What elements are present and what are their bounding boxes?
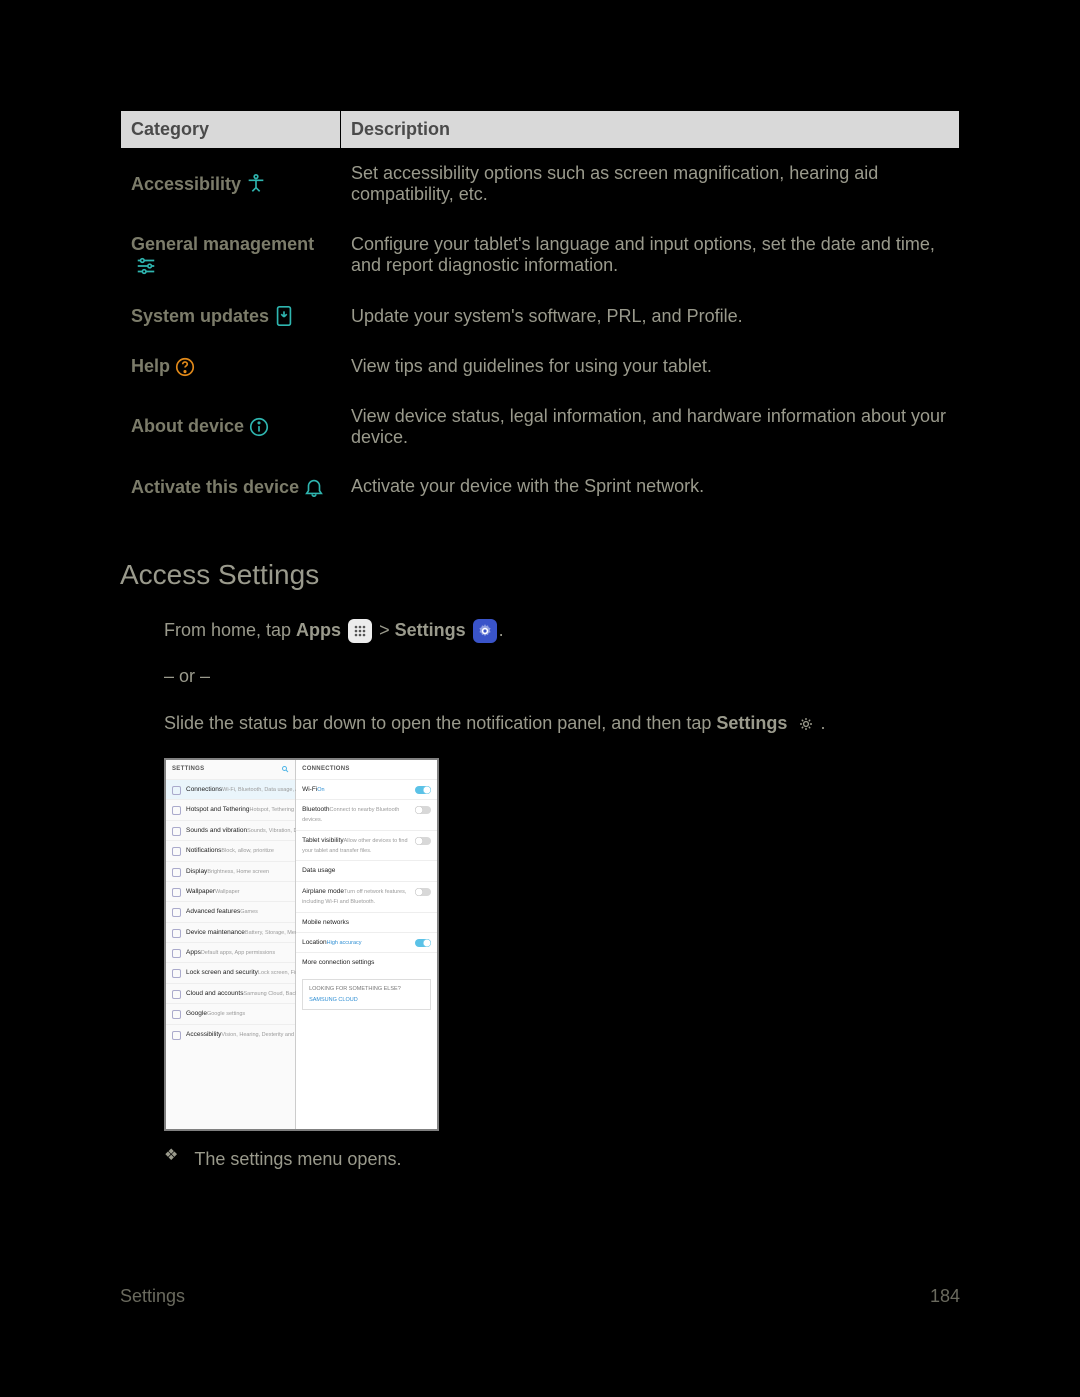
category-glyph-icon (172, 1010, 181, 1019)
category-glyph-icon (172, 786, 181, 795)
settings-right-item[interactable]: Tablet visibilityAllow other devices to … (296, 830, 437, 861)
settings-left-item[interactable]: WallpaperWallpaper (166, 881, 295, 901)
settings-left-item[interactable]: AccessibilityVision, Hearing, Dexterity … (166, 1024, 295, 1044)
category-glyph-icon (172, 969, 181, 978)
description-cell: Update your system's software, PRL, and … (341, 291, 960, 341)
settings-right-item[interactable]: Wi-FiOn (296, 779, 437, 799)
search-icon (281, 765, 289, 775)
instruction-line-2: Slide the status bar down to open the no… (164, 709, 960, 738)
instruction-line-1: From home, tap Apps > Settings . (164, 616, 960, 645)
info-icon (248, 416, 270, 438)
settings-right-item[interactable]: BluetoothConnect to nearby Bluetooth dev… (296, 799, 437, 830)
category-cell: Activate this device (121, 462, 341, 513)
table-row: About deviceView device status, legal in… (121, 392, 960, 462)
ss-left-header: SETTINGS (172, 765, 204, 775)
settings-left-item[interactable]: Hotspot and TetheringHotspot, Tethering (166, 799, 295, 819)
category-glyph-icon (172, 868, 181, 877)
category-cell: About device (121, 392, 341, 462)
table-row: HelpView tips and guidelines for using y… (121, 341, 960, 391)
table-row: AccessibilitySet accessibility options s… (121, 149, 960, 220)
settings-gear-outline-icon (794, 712, 818, 736)
toggle-switch[interactable] (415, 939, 431, 947)
category-cell: System updates (121, 291, 341, 341)
category-glyph-icon (172, 847, 181, 856)
category-glyph-icon (172, 908, 181, 917)
col-description-header: Description (341, 111, 960, 149)
result-bullet-icon: ❖ (164, 1145, 178, 1167)
ss-right-header: CONNECTIONS (302, 765, 350, 775)
settings-left-item[interactable]: Lock screen and securityLock screen, Fin… (166, 962, 295, 982)
settings-left-item[interactable]: Cloud and accountsSamsung Cloud, Backup … (166, 983, 295, 1003)
settings-screenshot: SETTINGS ConnectionsWi-Fi, Bluetooth, Da… (164, 758, 439, 1131)
table-row: General managementConfigure your tablet'… (121, 219, 960, 291)
category-glyph-icon (172, 827, 181, 836)
or-divider: – or – (164, 662, 960, 691)
table-row: System updatesUpdate your system's softw… (121, 291, 960, 341)
col-category-header: Category (121, 111, 341, 149)
accessibility-icon (245, 173, 267, 195)
settings-right-item[interactable]: LocationHigh accuracy (296, 932, 437, 952)
looking-for-box: LOOKING FOR SOMETHING ELSE? SAMSUNG CLOU… (302, 979, 431, 1011)
apps-icon (348, 619, 372, 643)
category-glyph-icon (172, 949, 181, 958)
settings-right-item[interactable]: Data usage (296, 860, 437, 880)
category-glyph-icon (172, 888, 181, 897)
category-cell: Help (121, 341, 341, 391)
result-text: The settings menu opens. (194, 1145, 401, 1174)
category-glyph-icon (172, 990, 181, 999)
category-table: Category Description AccessibilitySet ac… (120, 110, 960, 513)
category-cell: General management (121, 219, 341, 291)
toggle-switch[interactable] (415, 806, 431, 814)
table-row: Activate this deviceActivate your device… (121, 462, 960, 513)
settings-right-item[interactable]: Mobile networks (296, 912, 437, 932)
settings-gear-icon (473, 619, 497, 643)
description-cell: View device status, legal information, a… (341, 392, 960, 462)
help-icon (174, 356, 196, 378)
category-glyph-icon (172, 806, 181, 815)
description-cell: Configure your tablet's language and inp… (341, 219, 960, 291)
sliders-icon (135, 255, 157, 277)
settings-left-item[interactable]: NotificationsBlock, allow, prioritize (166, 840, 295, 860)
bell-icon (303, 476, 325, 498)
category-glyph-icon (172, 929, 181, 938)
toggle-switch[interactable] (415, 786, 431, 794)
description-cell: View tips and guidelines for using your … (341, 341, 960, 391)
settings-left-item[interactable]: Advanced featuresGames (166, 901, 295, 921)
category-cell: Accessibility (121, 149, 341, 220)
access-settings-heading: Access Settings (120, 553, 960, 598)
toggle-switch[interactable] (415, 888, 431, 896)
description-cell: Activate your device with the Sprint net… (341, 462, 960, 513)
settings-left-item[interactable]: Sounds and vibrationSounds, Vibration, D… (166, 820, 295, 840)
toggle-switch[interactable] (415, 837, 431, 845)
footer-section: Settings (120, 1286, 185, 1307)
settings-right-item[interactable]: More connection settings (296, 952, 437, 972)
settings-left-item[interactable]: Device maintenanceBattery, Storage, Memo… (166, 922, 295, 942)
settings-left-item[interactable]: GoogleGoogle settings (166, 1003, 295, 1023)
system-update-icon (273, 305, 295, 327)
page-number: 184 (930, 1286, 960, 1307)
category-glyph-icon (172, 1031, 181, 1040)
settings-right-item[interactable]: Airplane modeTurn off network features, … (296, 881, 437, 912)
settings-left-item[interactable]: DisplayBrightness, Home screen (166, 861, 295, 881)
settings-left-item[interactable]: ConnectionsWi-Fi, Bluetooth, Data usage,… (166, 779, 295, 799)
settings-left-item[interactable]: AppsDefault apps, App permissions (166, 942, 295, 962)
description-cell: Set accessibility options such as screen… (341, 149, 960, 220)
